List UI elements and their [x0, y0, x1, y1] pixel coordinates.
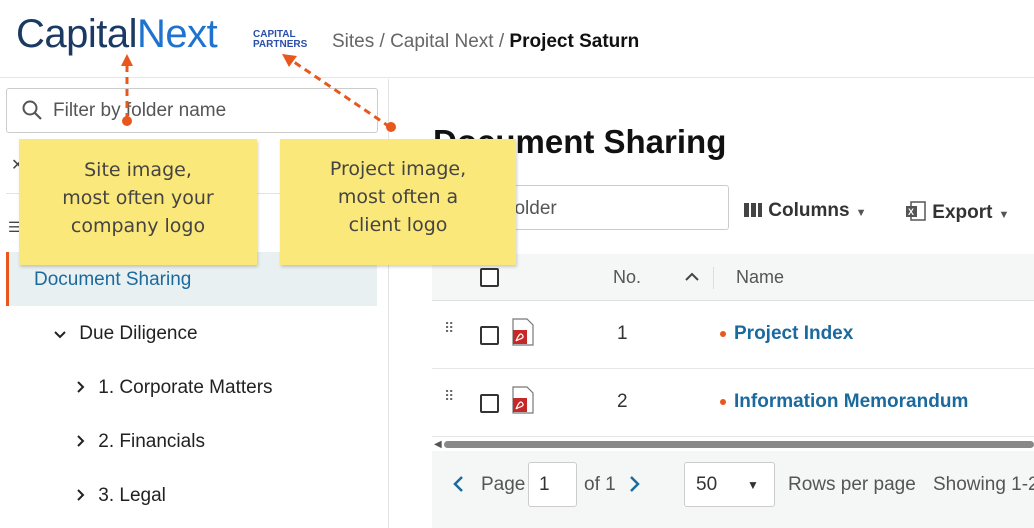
note-line: client logo [348, 214, 448, 236]
project-logo-arrow [282, 54, 396, 132]
site-logo-arrow [121, 54, 133, 126]
note-line: company logo [70, 215, 206, 237]
project-image-note: Project image, most often a client logo [280, 139, 516, 265]
note-line: Site image, [84, 159, 192, 181]
note-line: most often a [337, 186, 459, 208]
site-image-note: Site image, most often your company logo [19, 139, 257, 265]
note-line: most often your [62, 187, 214, 209]
note-line: Project image, [329, 158, 467, 180]
